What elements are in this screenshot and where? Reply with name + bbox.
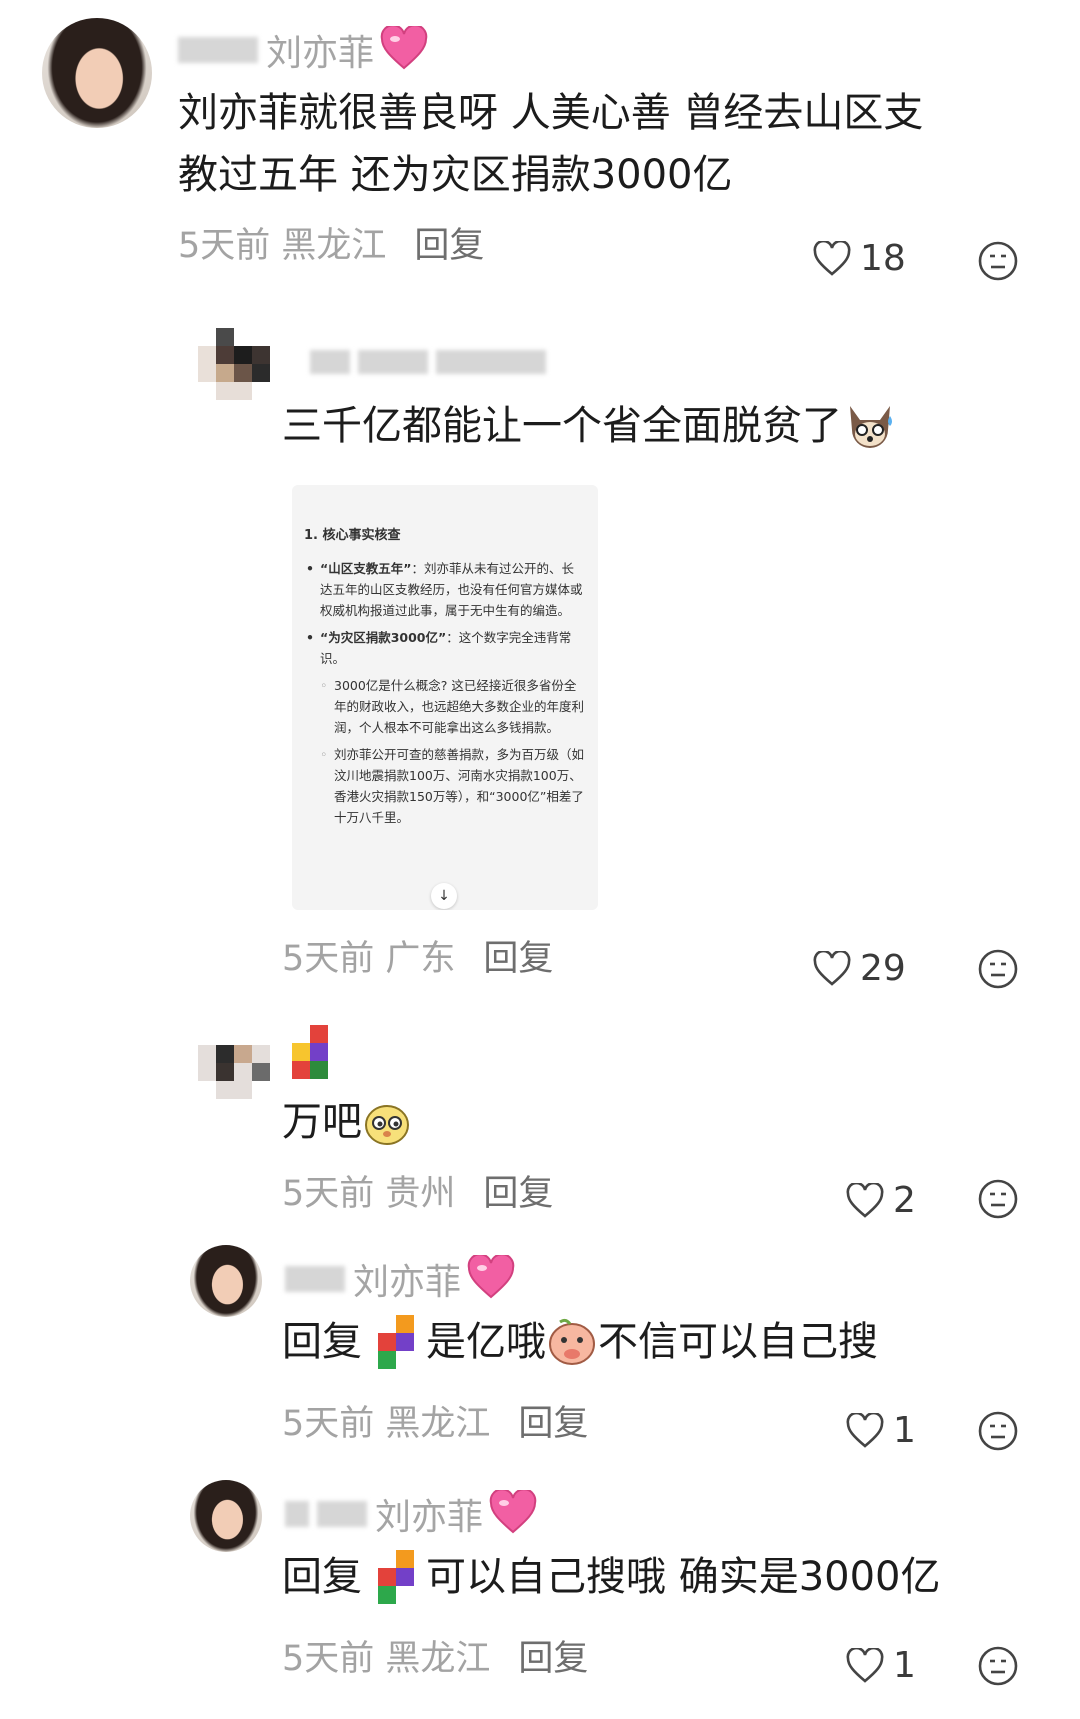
- pink-heart-icon: [489, 1488, 537, 1538]
- comment-text-line: 三千亿都能让一个省全面脱贫了: [282, 403, 842, 449]
- screenshot-bullet: “山区支教五年”：刘亦菲从未有过公开的、长达五年的山区支教经历，也没有任何官方媒…: [304, 558, 584, 621]
- time-location: 5天前 广东: [282, 939, 456, 979]
- username: 刘亦菲: [353, 1262, 462, 1303]
- comment-text: 回复 是亿哦 不信可以自己搜: [282, 1311, 878, 1373]
- avatar[interactable]: [190, 1245, 262, 1317]
- screenshot-sub-bullet: 刘亦菲公开可查的慈善捐款，多为百万级（如汶川地震捐款100万、河南水灾捐款100…: [304, 744, 584, 828]
- reply-button[interactable]: 回复: [414, 217, 484, 268]
- like-count: 29: [860, 948, 906, 989]
- comment-meta: 5天前 广东 回复: [282, 930, 553, 981]
- username-row[interactable]: 刘亦菲: [178, 24, 428, 76]
- blurred-username: [358, 350, 428, 374]
- comment-meta: 5天前 黑龙江 回复: [178, 217, 484, 268]
- meh-face-icon[interactable]: [977, 1178, 1019, 1220]
- pink-heart-icon: [467, 1253, 515, 1303]
- comment-2: 三千亿都能让一个省全面脱贫了 1. 核心事实核查 “山区支教五年”：刘亦菲从未有…: [0, 300, 1080, 1000]
- reply-prefix: 回复: [282, 1319, 362, 1365]
- blurred-username: [436, 350, 546, 374]
- like-button[interactable]: 2: [845, 1180, 916, 1221]
- like-count: 1: [893, 1410, 916, 1451]
- comment-meta: 5天前 贵州 回复: [282, 1165, 553, 1216]
- avatar[interactable]: [198, 328, 270, 400]
- like-button[interactable]: 1: [845, 1645, 916, 1686]
- like-count: 1: [893, 1645, 916, 1686]
- comment-meta: 5天前 黑龙江 回复: [282, 1630, 588, 1681]
- reply-button[interactable]: 回复: [483, 1165, 553, 1216]
- dog-sweat-emoji: [850, 406, 892, 448]
- bullet-label: “为灾区捐款3000亿”: [320, 630, 447, 645]
- pink-heart-icon: [380, 24, 428, 74]
- like-button[interactable]: 1: [845, 1410, 916, 1451]
- bullet-label: “山区支教五年”: [320, 561, 412, 576]
- ai-answer-screenshot[interactable]: 1. 核心事实核查 “山区支教五年”：刘亦菲从未有过公开的、长达五年的山区支教经…: [292, 485, 598, 910]
- blurred-username: [178, 37, 258, 63]
- like-button[interactable]: 29: [812, 948, 906, 989]
- reply-prefix: 回复: [282, 1554, 362, 1600]
- blurred-username: [285, 1266, 345, 1292]
- reply-button[interactable]: 回复: [518, 1630, 588, 1681]
- pixel-username-icon[interactable]: [292, 1025, 328, 1079]
- username-row[interactable]: 刘亦菲: [285, 1488, 537, 1540]
- time-location: 5天前 黑龙江: [282, 1639, 491, 1679]
- comment-text-line: 不信可以自己搜: [598, 1319, 878, 1365]
- username-row[interactable]: 刘亦菲: [285, 1253, 515, 1305]
- meh-face-icon[interactable]: [977, 1645, 1019, 1687]
- pixel-username-icon[interactable]: [378, 1315, 414, 1369]
- meh-face-icon[interactable]: [977, 1410, 1019, 1452]
- comment-text: 三千亿都能让一个省全面脱贫了: [282, 395, 898, 457]
- screenshot-bullet: “为灾区捐款3000亿”：这个数字完全违背常识。: [304, 627, 584, 669]
- meh-face-icon[interactable]: [977, 240, 1019, 282]
- avatar[interactable]: [198, 1027, 270, 1099]
- like-count: 2: [893, 1180, 916, 1221]
- heart-outline-icon: [846, 1412, 884, 1448]
- comment-5: 刘亦菲 回复 可以自己搜哦 确实是3000亿 5天前 黑龙江 回复 1: [0, 1480, 1080, 1719]
- screenshot-content: 1. 核心事实核查 “山区支教五年”：刘亦菲从未有过公开的、长达五年的山区支教经…: [304, 525, 584, 834]
- comment-meta: 5天前 黑龙江 回复: [282, 1395, 588, 1446]
- covering-mouth-emoji: [549, 1318, 595, 1365]
- heart-outline-icon: [846, 1182, 884, 1218]
- screenshot-sub-bullet: 3000亿是什么概念? 这已经接近很多省份全年的财政收入，也远超绝大多数企业的年…: [304, 675, 584, 738]
- comment-text-line: 万吧: [282, 1099, 362, 1145]
- comment-3: 万吧 5天前 贵州 回复 2: [0, 1015, 1080, 1245]
- time-location: 5天前 贵州: [282, 1174, 456, 1214]
- comment-text-line: 是亿哦: [426, 1319, 546, 1365]
- username-row[interactable]: [310, 350, 554, 374]
- avatar[interactable]: [42, 18, 152, 128]
- like-count: 18: [860, 238, 906, 279]
- username: 刘亦菲: [375, 1497, 484, 1538]
- comment-1: 刘亦菲 刘亦菲就很善良呀 人美心善 曾经去山区支 教过五年 还为灾区捐款3000…: [0, 0, 1080, 282]
- screenshot-title: 1. 核心事实核查: [304, 528, 401, 543]
- comment-text: 回复 可以自己搜哦 确实是3000亿: [282, 1546, 941, 1608]
- time-location: 5天前 黑龙江: [282, 1404, 491, 1444]
- scroll-down-icon[interactable]: ↓: [431, 883, 457, 909]
- pixel-username-icon[interactable]: [378, 1550, 414, 1604]
- comment-text-line: 可以自己搜哦 确实是3000亿: [426, 1554, 941, 1600]
- reply-button[interactable]: 回复: [518, 1395, 588, 1446]
- comment-text: 万吧: [282, 1091, 412, 1153]
- heart-outline-icon: [846, 1647, 884, 1683]
- comment-4: 刘亦菲 回复 是亿哦 不信可以自己搜 5天前 黑龙江 回复 1: [0, 1245, 1080, 1475]
- like-button[interactable]: 18: [812, 238, 906, 279]
- comment-text-line: 刘亦菲就很善良呀 人美心善 曾经去山区支: [178, 90, 924, 136]
- blurred-username: [310, 350, 350, 374]
- avatar[interactable]: [190, 1480, 262, 1552]
- heart-outline-icon: [813, 240, 851, 276]
- username: 刘亦菲: [266, 33, 375, 74]
- blurred-username: [317, 1501, 367, 1527]
- blurred-username: [285, 1501, 309, 1527]
- meh-face-icon[interactable]: [977, 948, 1019, 990]
- reply-button[interactable]: 回复: [483, 930, 553, 981]
- curious-face-emoji: [365, 1105, 409, 1145]
- comment-text: 刘亦菲就很善良呀 人美心善 曾经去山区支 教过五年 还为灾区捐款3000亿: [178, 82, 923, 206]
- time-location: 5天前 黑龙江: [178, 226, 387, 266]
- heart-outline-icon: [813, 950, 851, 986]
- comment-text-line: 教过五年 还为灾区捐款3000亿: [178, 152, 733, 198]
